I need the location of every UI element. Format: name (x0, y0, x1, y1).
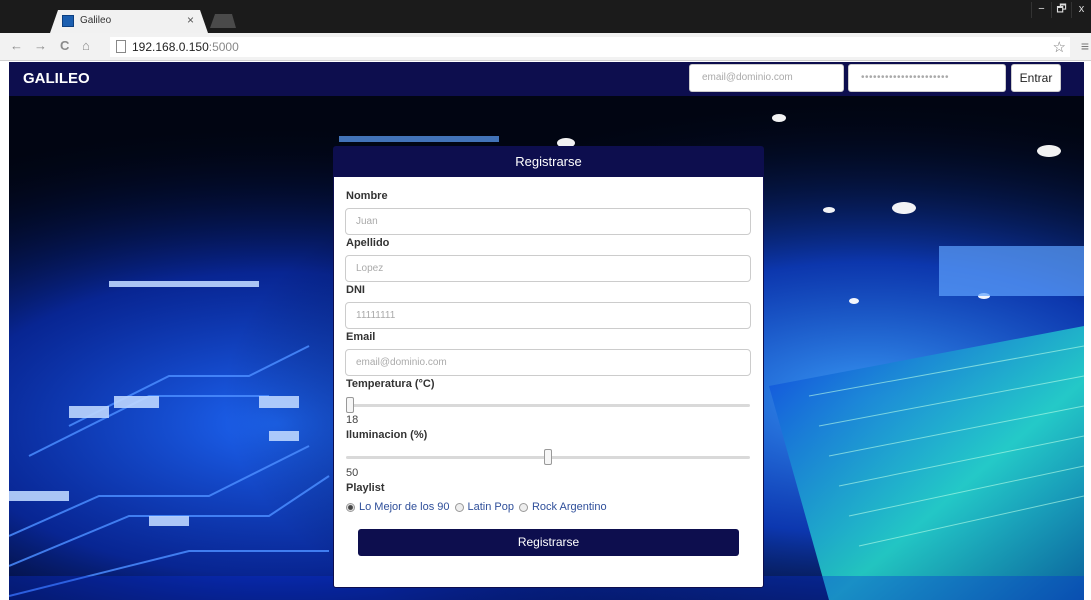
url-port: :5000 (208, 40, 239, 54)
register-panel-title: Registrarse (334, 147, 763, 177)
url-text: 192.168.0.150:5000 (132, 40, 239, 54)
login-password-input[interactable]: •••••••••••••••••••••• (848, 64, 1006, 92)
temperatura-value: 18 (346, 414, 359, 426)
favicon-icon (62, 15, 74, 27)
minimize-button[interactable]: − (1031, 2, 1051, 18)
browser-tab[interactable]: Galileo × (50, 10, 208, 33)
new-tab-button[interactable] (210, 14, 236, 28)
home-icon[interactable]: ⌂ (82, 38, 90, 53)
browser-titlebar: Galileo × − 🗗 x (0, 0, 1091, 33)
radio-lo-mejor-de-los-90[interactable] (346, 502, 355, 512)
register-submit-button[interactable]: Registrarse (358, 529, 739, 556)
login-button[interactable]: Entrar (1011, 64, 1061, 92)
reload-icon[interactable]: C (60, 38, 69, 53)
radio-label-rock-argentino[interactable]: Rock Argentino (532, 501, 607, 513)
radio-label-lo-mejor-de-los-90[interactable]: Lo Mejor de los 90 (359, 501, 450, 513)
page-icon (116, 40, 126, 53)
playlist-label: Playlist (346, 482, 385, 494)
playlist-options: Lo Mejor de los 90 Latin Pop Rock Argent… (346, 501, 607, 513)
dni-input[interactable]: 11111111 (345, 302, 751, 329)
tab-title: Galileo (80, 15, 112, 26)
close-window-button[interactable]: x (1071, 2, 1091, 18)
window-controls: − 🗗 x (1031, 2, 1091, 18)
radio-latin-pop[interactable] (454, 502, 464, 512)
dni-label: DNI (346, 284, 365, 296)
address-bar[interactable]: 192.168.0.150:5000 ☆ (110, 37, 1070, 57)
menu-icon[interactable]: ≡ (1081, 38, 1089, 54)
temperatura-slider[interactable] (346, 404, 750, 407)
login-email-input[interactable]: email@dominio.com (689, 64, 844, 92)
browser-toolbar: ← → C ⌂ 192.168.0.150:5000 ☆ ≡ (0, 33, 1091, 61)
brand-logo[interactable]: GALILEO (23, 70, 90, 87)
url-host: 192.168.0.150 (132, 40, 209, 54)
restore-button[interactable]: 🗗 (1051, 2, 1071, 18)
apellido-label: Apellido (346, 237, 390, 249)
apellido-input[interactable]: Lopez (345, 255, 751, 282)
register-panel: Registrarse Nombre Juan Apellido Lopez D… (333, 146, 764, 588)
radio-label-latin-pop[interactable]: Latin Pop (468, 501, 514, 513)
temperatura-slider-thumb[interactable] (346, 397, 354, 413)
web-page: GALILEO email@dominio.com ••••••••••••••… (9, 62, 1084, 600)
forward-arrow-icon[interactable]: → (34, 38, 47, 53)
iluminacion-value: 50 (346, 467, 359, 479)
nombre-input[interactable]: Juan (345, 208, 751, 235)
temperatura-label: Temperatura (°C) (346, 378, 435, 390)
star-icon[interactable]: ☆ (1053, 38, 1066, 56)
tab-close-icon[interactable]: × (187, 13, 194, 27)
top-navbar: GALILEO email@dominio.com ••••••••••••••… (9, 62, 1084, 96)
email-input[interactable]: email@dominio.com (345, 349, 751, 376)
nombre-label: Nombre (346, 190, 388, 202)
back-arrow-icon[interactable]: ← (10, 38, 23, 53)
iluminacion-slider-thumb[interactable] (544, 449, 552, 465)
radio-rock-argentino[interactable] (518, 502, 528, 512)
iluminacion-label: Iluminacion (%) (346, 429, 428, 441)
email-label: Email (346, 331, 376, 343)
